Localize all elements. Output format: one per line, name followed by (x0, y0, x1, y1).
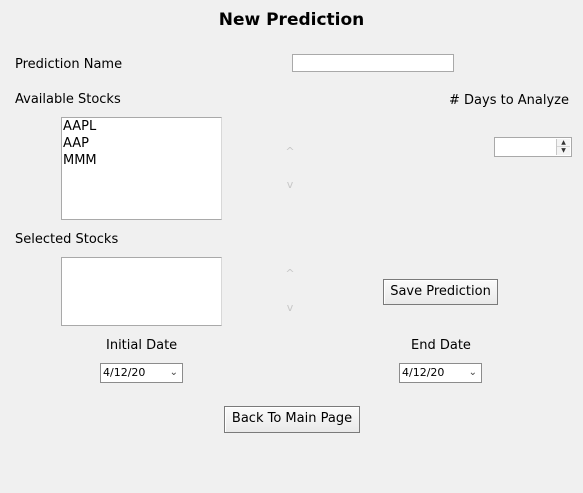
spin-buttons: ▲ ▼ (556, 139, 570, 155)
initial-date-label: Initial Date (106, 338, 178, 353)
available-stocks-list[interactable]: AAPL AAP MMM (61, 117, 222, 220)
prediction-name-input[interactable] (292, 54, 454, 72)
list-item[interactable]: AAP (62, 135, 221, 152)
chevron-down-icon[interactable]: ⌄ (469, 364, 477, 382)
spin-down-icon[interactable]: ▼ (557, 147, 570, 155)
scroll-up-icon[interactable]: ^ (282, 145, 298, 158)
selected-stocks-list[interactable] (61, 257, 222, 326)
end-date-picker[interactable]: 4/12/20 ⌄ (399, 363, 482, 383)
list-item[interactable]: AAPL (62, 118, 221, 135)
chevron-down-icon[interactable]: ⌄ (170, 364, 178, 382)
initial-date-picker[interactable]: 4/12/20 ⌄ (100, 363, 183, 383)
selected-stocks-label: Selected Stocks (15, 232, 119, 247)
days-to-analyze-label: # Days to Analyze (449, 93, 570, 108)
initial-date-value: 4/12/20 (103, 366, 146, 379)
scroll-down-icon[interactable]: v (282, 178, 298, 191)
scroll-down-icon[interactable]: v (282, 301, 298, 314)
save-prediction-button[interactable]: Save Prediction (383, 279, 498, 305)
days-to-analyze-spinbox[interactable]: ▲ ▼ (494, 137, 572, 157)
scroll-up-icon[interactable]: ^ (282, 267, 298, 280)
available-stocks-label: Available Stocks (15, 92, 121, 107)
prediction-name-label: Prediction Name (15, 57, 123, 72)
spin-up-icon[interactable]: ▲ (557, 139, 570, 147)
list-item[interactable]: MMM (62, 152, 221, 169)
end-date-value: 4/12/20 (402, 366, 445, 379)
end-date-label: End Date (411, 338, 471, 353)
page-title: New Prediction (218, 10, 365, 30)
back-to-main-page-button[interactable]: Back To Main Page (224, 406, 360, 433)
